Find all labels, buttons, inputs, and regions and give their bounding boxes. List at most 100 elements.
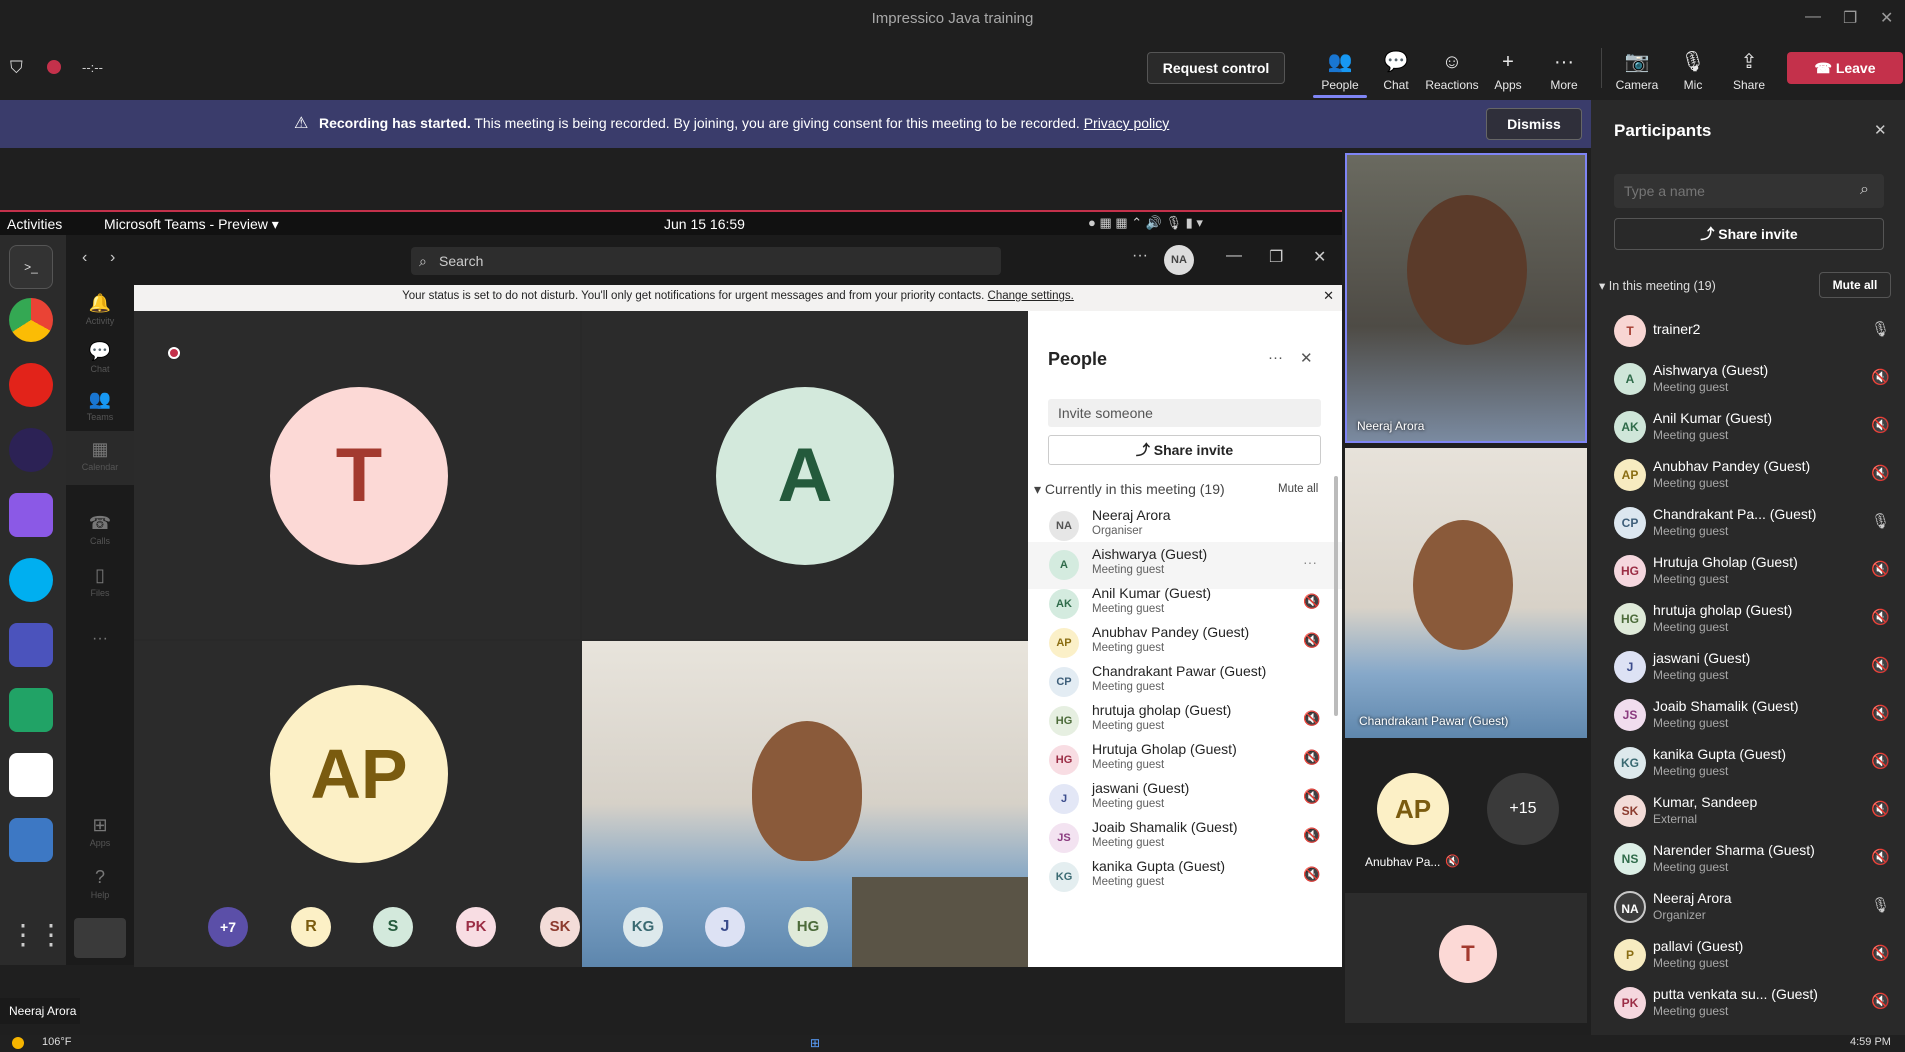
chat-icon: 💬 xyxy=(88,341,112,361)
participant-row[interactable]: A Aishwarya (Guest) Meeting guest 🔇 xyxy=(1591,354,1905,402)
avatar-s: S xyxy=(373,907,413,947)
participant-row[interactable]: AK Anil Kumar (Guest) Meeting guest 🔇 xyxy=(1591,402,1905,450)
opera-icon xyxy=(9,363,53,407)
mic-off-icon[interactable]: 🔇 xyxy=(1871,704,1890,722)
participant-row[interactable]: PK putta venkata su... (Guest) Meeting gue… xyxy=(1591,978,1905,1026)
mic-off-icon[interactable]: 🔇 xyxy=(1871,848,1890,866)
person-role: Meeting guest xyxy=(1092,759,1165,771)
participant-row[interactable]: NS Narender Sharma (Guest) Meeting guest 🔇 xyxy=(1591,834,1905,882)
apps-button[interactable]: + Apps xyxy=(1481,50,1535,92)
phone-icon: ☎ xyxy=(88,513,112,533)
participant-role: External xyxy=(1653,812,1698,826)
participant-name: Joaib Shamalik (Guest) xyxy=(1653,698,1799,714)
close-icon: ✕ xyxy=(1323,288,1334,303)
search-input[interactable] xyxy=(1614,174,1844,208)
video-name-label: Chandrakant Pawar (Guest) xyxy=(1359,714,1509,728)
more-icon: ··· xyxy=(1132,247,1148,264)
participant-row[interactable]: Ppallavi (Guest) Meeting guest 🔇 xyxy=(1591,930,1905,978)
shield-icon: ⛉ xyxy=(10,58,23,77)
mic-off-icon: 🔇 xyxy=(1303,827,1321,843)
avatar: HG xyxy=(1614,603,1646,635)
minimize-icon[interactable]: — xyxy=(1805,8,1821,26)
search-participants-field[interactable]: ⌕ xyxy=(1614,174,1884,208)
avatar-sk: SK xyxy=(540,907,580,947)
person-role: Meeting guest xyxy=(1092,837,1165,849)
people-button[interactable]: 👥 People xyxy=(1313,50,1367,98)
people-row: KG kanika Gupta (Guest) Meeting guest 🔇 xyxy=(1028,854,1342,901)
mic-off-icon[interactable]: 🔇 xyxy=(1871,992,1890,1010)
participant-row[interactable]: Ttrainer2 🎙 xyxy=(1591,306,1905,354)
video-column: Neeraj Arora Chandrakant Pawar (Guest) A… xyxy=(1345,148,1590,1052)
mic-off-icon[interactable]: 🔇 xyxy=(1871,800,1890,818)
ubuntu-top-bar: Activities Microsoft Teams - Preview ▾ J… xyxy=(0,210,1342,235)
participant-row[interactable]: HG hrutuja gholap (Guest) Meeting guest 🔇 xyxy=(1591,594,1905,642)
mic-off-icon[interactable]: 🔇 xyxy=(1871,608,1890,626)
restore-icon: ❐ xyxy=(1269,249,1284,266)
skype-icon xyxy=(9,558,53,602)
rail-apps: ⊞ Apps xyxy=(66,815,134,848)
restore-icon[interactable]: ❐ xyxy=(1843,8,1857,28)
participant-row[interactable]: SK Kumar, Sandeep External 🔇 xyxy=(1591,786,1905,834)
mic-off-icon[interactable]: 🔇 xyxy=(1871,368,1890,386)
close-icon[interactable]: ✕ xyxy=(1880,8,1893,28)
participant-role: Meeting guest xyxy=(1653,668,1729,682)
dnd-notice: Your status is set to do not disturb. Yo… xyxy=(134,285,1342,311)
in-meeting-section: ▾ Currently in this meeting (19) xyxy=(1034,481,1225,497)
chat-icon: 💬 xyxy=(1383,51,1409,73)
mic-icon[interactable]: 🎙 xyxy=(1871,512,1890,530)
apps-icon: + xyxy=(1502,51,1514,73)
participant-row[interactable]: HG Hrutuja Gholap (Guest) Meeting guest 🔇 xyxy=(1591,546,1905,594)
banner-text: This meeting is being recorded. By joini… xyxy=(474,115,1080,131)
forward-icon: › xyxy=(110,249,116,266)
avatar: T xyxy=(1614,315,1646,347)
mic-icon[interactable]: 🎙 xyxy=(1871,320,1890,338)
person-name: Hrutuja Gholap (Guest) xyxy=(1092,741,1237,757)
app-menu: Microsoft Teams - Preview ▾ xyxy=(104,216,279,232)
participant-name: hrutuja gholap (Guest) xyxy=(1653,602,1793,618)
close-icon[interactable]: ✕ xyxy=(1874,121,1887,139)
start-icon[interactable]: ⊞ xyxy=(810,1036,820,1050)
participant-row[interactable]: JS Joaib Shamalik (Guest) Meeting guest 🔇 xyxy=(1591,690,1905,738)
mic-button[interactable]: 🎙 Mic xyxy=(1666,50,1720,92)
mic-off-icon[interactable]: 🔇 xyxy=(1871,464,1890,482)
participant-row[interactable]: AP Anubhav Pandey (Guest) Meeting guest 🔇 xyxy=(1591,450,1905,498)
avatar: KG xyxy=(1049,862,1079,892)
more-icon: ··· xyxy=(1303,554,1317,570)
participants-panel: Participants ✕ ⌕ ⤴ Share invite ▾ In thi… xyxy=(1591,100,1905,1052)
participant-row[interactable]: NA Neeraj Arora Organizer 🎙 xyxy=(1591,882,1905,930)
mic-off-icon[interactable]: 🔇 xyxy=(1871,944,1890,962)
more-button[interactable]: ··· More xyxy=(1537,50,1591,92)
participant-row[interactable]: CP Chandrakant Pa... (Guest) Meeting guest… xyxy=(1591,498,1905,546)
chat-button[interactable]: 💬 Chat xyxy=(1369,50,1423,92)
mic-off-icon: 🔇 xyxy=(1303,749,1321,765)
participant-row[interactable]: KG kanika Gupta (Guest) Meeting guest 🔇 xyxy=(1591,738,1905,786)
tile-t: T xyxy=(1345,893,1587,1023)
avatar-ap: AP xyxy=(270,685,448,863)
reactions-button[interactable]: ☺ Reactions xyxy=(1425,50,1479,92)
rail-calls: ☎ Calls xyxy=(66,513,134,546)
leave-button[interactable]: ☎ Leave xyxy=(1787,52,1903,84)
mic-off-icon[interactable]: 🔇 xyxy=(1871,560,1890,578)
dismiss-button[interactable]: Dismiss xyxy=(1486,108,1582,140)
participant-name: Kumar, Sandeep xyxy=(1653,794,1758,810)
person-role: Meeting guest xyxy=(1092,603,1165,615)
share-button[interactable]: ⇪ Share xyxy=(1722,50,1776,92)
request-control-button[interactable]: Request control xyxy=(1147,52,1285,84)
participant-name: Neeraj Arora xyxy=(1653,890,1732,906)
avatar: CP xyxy=(1049,667,1079,697)
mute-all-button[interactable]: Mute all xyxy=(1819,272,1891,298)
camera-button[interactable]: 📷 Camera xyxy=(1610,50,1664,92)
mic-off-icon[interactable]: 🔇 xyxy=(1871,656,1890,674)
mute-all-link: Mute all xyxy=(1278,483,1319,495)
mic-icon[interactable]: 🎙 xyxy=(1871,896,1890,914)
mic-off-icon[interactable]: 🔇 xyxy=(1871,416,1890,434)
mic-off-icon[interactable]: 🔇 xyxy=(1871,752,1890,770)
participant-role: Meeting guest xyxy=(1653,956,1729,970)
privacy-policy-link[interactable]: Privacy policy xyxy=(1084,115,1170,131)
share-invite-button[interactable]: ⤴ Share invite xyxy=(1614,218,1884,250)
more-participants-count[interactable]: +15 xyxy=(1487,773,1559,845)
participant-name: Anil Kumar (Guest) xyxy=(1653,410,1773,426)
in-meeting-section[interactable]: ▾ In this meeting (19) xyxy=(1599,278,1716,293)
participant-row[interactable]: Jjaswani (Guest) Meeting guest 🔇 xyxy=(1591,642,1905,690)
avatar: HG xyxy=(1049,706,1079,736)
